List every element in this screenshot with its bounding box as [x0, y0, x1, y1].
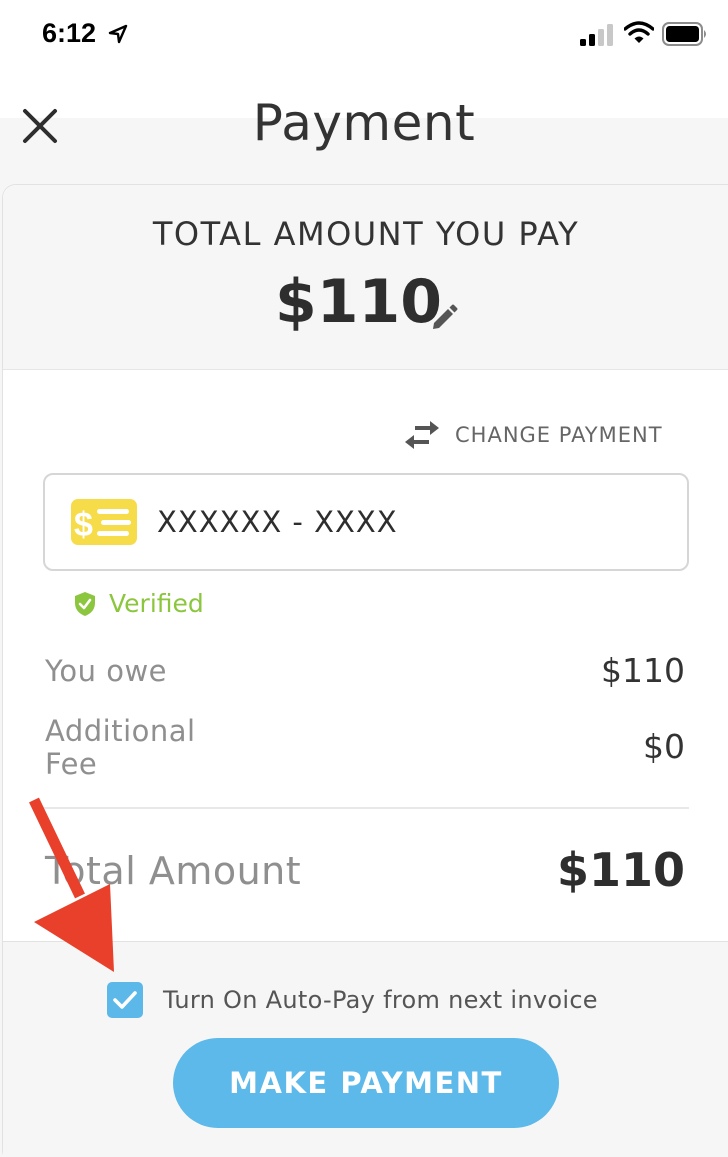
swap-arrows-icon — [405, 421, 439, 449]
bank-account-icon: $ — [71, 499, 137, 545]
you-owe-label: You owe — [45, 654, 168, 688]
autopay-label: Turn On Auto-Pay from next invoice — [163, 986, 598, 1014]
header: Payment — [0, 90, 728, 180]
change-payment-button[interactable]: CHANGE PAYMENT — [403, 417, 663, 453]
total-amount-label: Total Amount — [45, 849, 302, 893]
wifi-icon — [624, 21, 654, 43]
summary-label: TOTAL AMOUNT YOU PAY — [152, 215, 580, 253]
verified-label: Verified — [109, 589, 204, 618]
summary-amount: $110 — [275, 267, 442, 337]
status-time: 6:12 — [42, 18, 97, 48]
total-summary: TOTAL AMOUNT YOU PAY $110 — [3, 185, 728, 370]
divider — [43, 807, 689, 809]
verified-shield-icon — [75, 591, 95, 616]
page-title: Payment — [252, 94, 476, 152]
account-number: XXXXXX - XXXX — [157, 505, 398, 539]
verified-badge: Verified — [73, 589, 204, 618]
autopay-toggle[interactable]: Turn On Auto-Pay from next invoice — [107, 982, 598, 1018]
cellular-signal-icon — [580, 24, 613, 46]
pencil-icon[interactable] — [429, 303, 459, 333]
autopay-checkbox[interactable] — [107, 982, 143, 1018]
total-amount-value: $110 — [556, 843, 685, 897]
payment-card: TOTAL AMOUNT YOU PAY $110 CHANGE PAYMENT… — [2, 184, 728, 1157]
make-payment-button[interactable]: MAKE PAYMENT — [173, 1038, 559, 1128]
you-owe-value: $110 — [601, 651, 685, 690]
battery-icon — [662, 22, 706, 46]
payment-method-field[interactable]: $ XXXXXX - XXXX — [43, 473, 689, 571]
change-payment-label: CHANGE PAYMENT — [455, 423, 663, 447]
checkmark-icon — [113, 991, 137, 1009]
additional-fee-value: $0 — [643, 727, 685, 766]
location-arrow-icon — [108, 24, 128, 44]
svg-text:$: $ — [74, 506, 93, 544]
payment-screen: 6:12 Payment TOTAL AMOUNT YOU PAY $110 C… — [0, 0, 728, 1157]
payment-footer: Turn On Auto-Pay from next invoice MAKE … — [3, 941, 728, 1157]
additional-fee-label: Additional Fee — [45, 714, 196, 781]
